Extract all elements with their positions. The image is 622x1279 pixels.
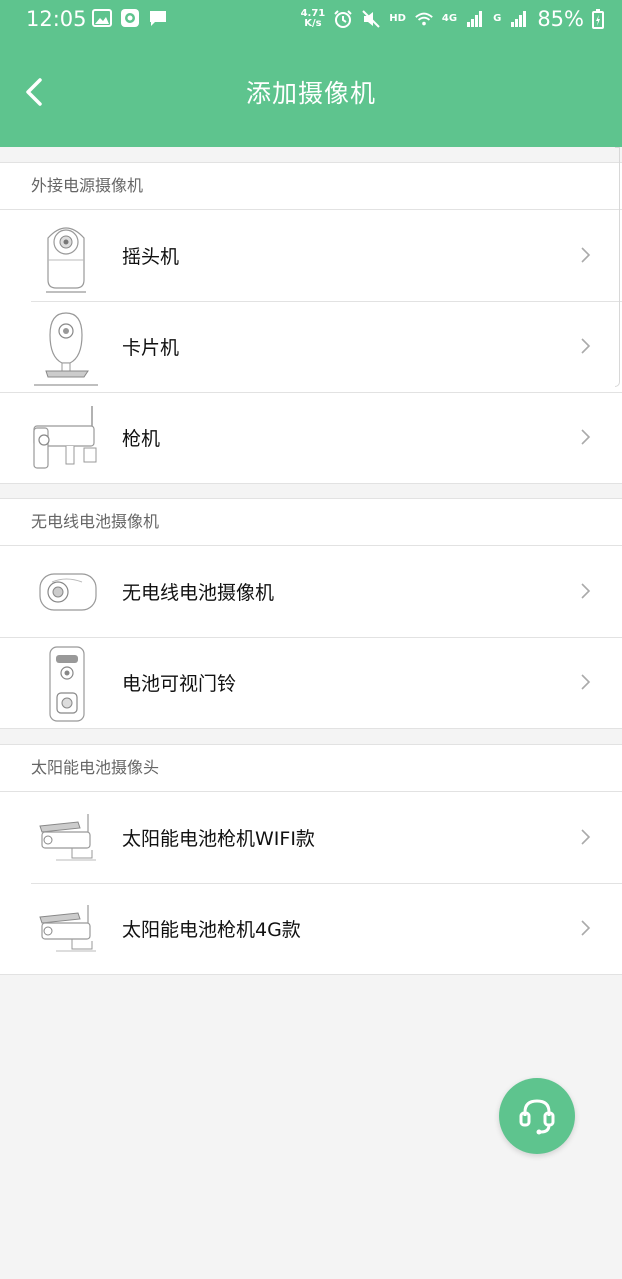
list-item-bullet-camera[interactable]: 枪机 bbox=[0, 392, 622, 483]
chevron-right-icon bbox=[581, 829, 591, 845]
chevron-right-icon bbox=[581, 429, 591, 445]
status-bar: 12:05 4.71 K/s HD 4G G 85% bbox=[0, 0, 622, 38]
list-item-battery-camera[interactable]: 无电线电池摄像机 bbox=[0, 546, 622, 637]
signal-label-g: G bbox=[493, 13, 502, 24]
section-external-power: 外接电源摄像机 摇头机 卡片机 枪机 bbox=[0, 162, 622, 484]
ptz-camera-icon bbox=[46, 227, 86, 293]
list-item-video-doorbell[interactable]: 电池可视门铃 bbox=[0, 637, 622, 728]
video-doorbell-icon bbox=[49, 646, 85, 722]
camera-app-icon bbox=[121, 9, 139, 27]
list-item-label: 无电线电池摄像机 bbox=[122, 582, 275, 604]
status-left-icons bbox=[92, 9, 168, 27]
signal-icon-2 bbox=[511, 11, 527, 27]
list-item-label: 电池可视门铃 bbox=[122, 673, 237, 695]
status-time: 12:05 bbox=[26, 7, 87, 31]
status-right: 4.71 K/s HD 4G G 85% bbox=[301, 0, 604, 38]
section-wireless-battery: 无电线电池摄像机 无电线电池摄像机 电池可视门铃 bbox=[0, 498, 622, 729]
customer-service-button[interactable] bbox=[499, 1078, 575, 1154]
section-title: 无电线电池摄像机 bbox=[0, 499, 622, 546]
gallery-icon bbox=[92, 9, 112, 27]
list-item-card-camera[interactable]: 卡片机 bbox=[0, 301, 622, 392]
list-item-label: 枪机 bbox=[122, 428, 161, 450]
battery-charging-icon bbox=[592, 9, 604, 29]
hd-label: HD bbox=[389, 13, 406, 24]
list-item-solar-4g-camera[interactable]: 太阳能电池枪机4G款 bbox=[0, 883, 622, 974]
camera-type-list: 外接电源摄像机 摇头机 卡片机 枪机 无电线电池摄像机 无电线电池摄像机 电池可… bbox=[0, 147, 622, 975]
section-title: 太阳能电池摄像头 bbox=[0, 745, 622, 792]
battery-percent: 85% bbox=[537, 7, 584, 31]
app-bar: 12:05 4.71 K/s HD 4G G 85% 添加摄像机 bbox=[0, 0, 622, 147]
scroll-indicator bbox=[615, 147, 620, 387]
bullet-camera-icon bbox=[33, 406, 97, 469]
list-item-label: 太阳能电池枪机4G款 bbox=[122, 919, 301, 941]
chevron-right-icon bbox=[581, 920, 591, 936]
list-item-solar-wifi-camera[interactable]: 太阳能电池枪机WIFI款 bbox=[0, 792, 622, 883]
section-title: 外接电源摄像机 bbox=[0, 163, 622, 210]
mute-icon bbox=[362, 10, 380, 28]
section-solar-battery: 太阳能电池摄像头 太阳能电池枪机WIFI款 太阳能电池枪机4G款 bbox=[0, 744, 622, 975]
list-item-label: 太阳能电池枪机WIFI款 bbox=[122, 828, 315, 850]
battery-camera-icon bbox=[39, 573, 97, 611]
card-camera-icon bbox=[34, 312, 98, 386]
net-speed: 4.71 K/s bbox=[301, 9, 326, 29]
net-speed-unit: K/s bbox=[304, 18, 322, 29]
page-title: 添加摄像机 bbox=[245, 79, 376, 108]
signal-label-4g: 4G bbox=[441, 13, 458, 24]
message-icon bbox=[150, 11, 166, 26]
chevron-right-icon bbox=[581, 583, 591, 599]
wifi-icon bbox=[415, 12, 433, 26]
chevron-right-icon bbox=[581, 674, 591, 690]
list-item-ptz-camera[interactable]: 摇头机 bbox=[0, 210, 622, 301]
chevron-right-icon bbox=[581, 338, 591, 354]
chevron-right-icon bbox=[581, 247, 591, 263]
signal-icon bbox=[467, 11, 483, 27]
solar-bullet-camera-icon bbox=[39, 905, 96, 952]
list-item-label: 摇头机 bbox=[122, 246, 180, 268]
customer-service-headset-icon bbox=[519, 1099, 555, 1135]
solar-bullet-camera-icon bbox=[39, 814, 96, 861]
list-item-label: 卡片机 bbox=[122, 337, 180, 359]
alarm-icon bbox=[334, 10, 352, 28]
